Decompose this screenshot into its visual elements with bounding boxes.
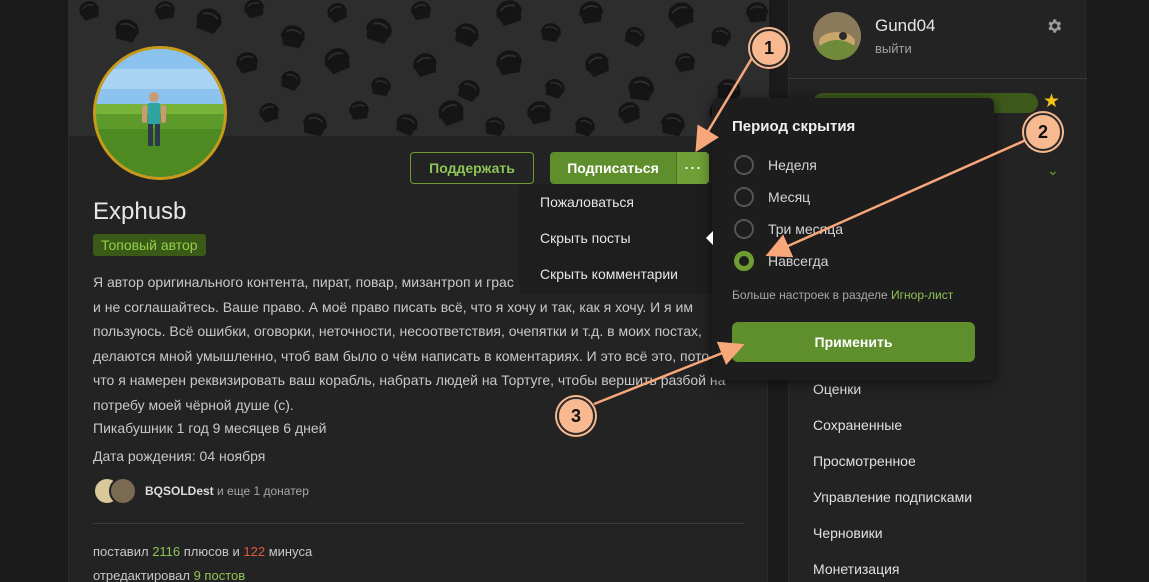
sidebar-item-saved[interactable]: Сохраненные [813,417,902,433]
stats-text: минуса [265,544,313,559]
hide-period-popup: Период скрытия Неделя Месяц Три месяца Н… [706,98,994,380]
subscribe-button[interactable]: Подписаться [550,152,676,184]
profile-card: Поддержать Подписаться ⋯ Пожаловаться Ск… [68,0,769,582]
popup-pointer [706,231,713,245]
callout-1: 1 [750,29,788,67]
option-label: Три месяца [768,221,844,237]
menu-item-report[interactable]: Пожаловаться [540,194,634,210]
donater-avatar [109,477,137,505]
radio-button[interactable] [734,219,754,239]
bio-line: и не соглашайтесь. Ваше право. А моё пра… [93,298,693,315]
ignore-list-note: Больше настроек в разделе Игнор-лист [732,288,953,302]
option-label: Месяц [768,189,811,205]
option-label: Неделя [768,157,817,173]
support-button[interactable]: Поддержать [410,152,534,184]
user-avatar-image [813,12,861,60]
donaters-text: BQSOLDest и еще 1 донатер [145,484,309,498]
edit-stats: отредактировал 9 постов [93,568,245,582]
star-icon: ★ [1043,91,1061,112]
sidebar-item-subscriptions[interactable]: Управление подписками [813,489,972,505]
gear-icon[interactable] [1045,17,1063,35]
rating-stats: поставил 2116 плюсов и 122 минуса [93,544,312,559]
bio-line: пользуюсь. Всё ошибки, оговорки, неточно… [93,323,702,339]
callout-2: 2 [1024,113,1062,151]
top-author-badge: Топовый автор [93,234,206,256]
bio-line: делаются мной умышленно, чтоб вам было о… [93,347,710,364]
sidebar-item-ratings[interactable]: Оценки [813,381,861,397]
logout-link[interactable]: выйти [875,41,912,56]
donater-more: и еще 1 донатер [213,484,309,498]
bio-line: потребу моей чёрной душе (с). [93,396,294,413]
apply-button[interactable]: Применить [732,322,975,362]
radio-button-selected[interactable] [734,251,754,271]
bio-line: что я намерен реквизировать ваш корабль,… [93,372,726,388]
stats-text: поставил [93,544,153,559]
more-icon: ⋯ [683,157,703,178]
avatar-image [96,49,224,177]
stats-text: плюсов и [180,544,244,559]
sidebar-item-viewed[interactable]: Просмотренное [813,453,916,469]
option-week[interactable]: Неделя [734,155,817,175]
popup-title: Период скрытия [732,118,856,135]
user-avatar[interactable] [813,12,861,60]
edited-posts-link[interactable]: 9 постов [194,568,246,582]
donater-name[interactable]: BQSOLDest [145,484,214,498]
sidebar-item-drafts[interactable]: Черновики [813,525,883,541]
divider [789,78,1087,79]
bio-line: Я автор оригинального контента, пират, п… [93,274,514,290]
birthday: Дата рождения: 04 ноября [93,448,266,464]
author-avatar[interactable] [93,46,227,180]
pluses-count: 2116 [152,544,181,559]
note-text: Больше настроек в разделе [732,288,892,302]
stats-text: отредактировал [93,568,194,582]
minuses-count: 122 [243,544,266,559]
menu-item-hide-posts[interactable]: Скрыть посты [540,230,631,246]
option-three-months[interactable]: Три месяца [734,219,843,239]
profile-username: Exphusb [93,198,187,225]
pikabu-age: Пикабушник 1 год 9 месяцев 6 дней [93,420,327,436]
radio-button[interactable] [734,187,754,207]
divider [93,523,745,524]
donaters-row[interactable]: BQSOLDest и еще 1 донатер [93,477,309,505]
sidebar-item-monetization[interactable]: Монетизация [813,561,900,577]
ignore-list-link[interactable]: Игнор-лист [891,288,953,302]
chevron-down-icon[interactable]: ⌄ [1047,162,1059,179]
radio-button[interactable] [734,155,754,175]
current-user-name[interactable]: Gund04 [875,16,936,36]
callout-3: 3 [557,397,595,435]
option-label: Навсегда [768,253,829,269]
option-month[interactable]: Месяц [734,187,810,207]
more-options-button[interactable]: ⋯ [676,152,709,184]
option-forever[interactable]: Навсегда [734,251,828,271]
profile-bio: Я автор оригинального контента, пират, п… [93,270,743,417]
